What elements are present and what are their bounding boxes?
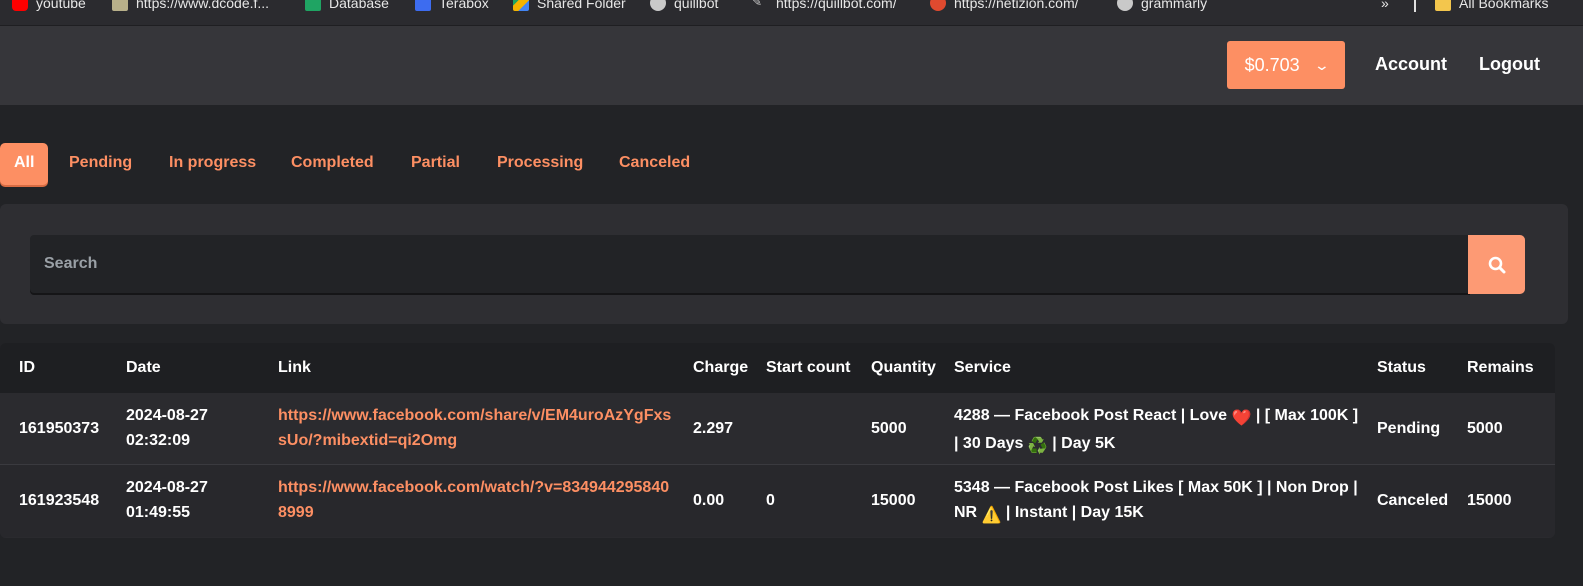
column-header-date: Date <box>126 359 161 376</box>
table-row: 161923548 2024-08-27 01:49:55 https://ww… <box>0 465 1555 537</box>
quillbot-icon <box>650 0 666 11</box>
folder-icon <box>1435 0 1451 11</box>
youtube-icon <box>12 0 28 11</box>
tab-canceled[interactable]: Canceled <box>619 143 690 185</box>
bookmark-shared-folder[interactable]: Shared Folder <box>513 0 626 14</box>
bookmark-database[interactable]: Database <box>305 0 389 14</box>
order-id: 161950373 <box>19 420 100 437</box>
bookmark-terabox[interactable]: Terabox <box>415 0 489 14</box>
sheets-icon <box>305 0 321 11</box>
order-status: Pending <box>1377 420 1441 437</box>
bookmarks-divider <box>1414 0 1416 12</box>
service-text: | Day 5K <box>1047 435 1116 452</box>
heart-icon: ❤️ <box>1231 410 1252 427</box>
bookmark-label: Terabox <box>439 0 489 11</box>
grammarly-icon <box>1117 0 1133 11</box>
column-header-id: ID <box>19 359 35 376</box>
order-status: Canceled <box>1377 492 1449 509</box>
order-id: 161923548 <box>19 492 100 509</box>
column-header-quantity: Quantity <box>871 359 936 376</box>
link-icon: ✎ <box>752 0 763 9</box>
order-date: 2024-08-27 01:49:55 <box>126 475 208 525</box>
bookmark-label: https://netizion.com/ <box>954 0 1079 11</box>
bookmarks-overflow-button[interactable]: » <box>1381 0 1389 14</box>
bookmark-label: https://quillbot.com/ <box>776 0 897 11</box>
recycle-icon: ♻️ <box>1027 438 1048 455</box>
bookmark-grammarly[interactable]: grammarly <box>1117 0 1207 14</box>
warning-icon: ⚠️ <box>981 507 1002 524</box>
account-link[interactable]: Account <box>1375 54 1447 75</box>
bookmark-label: https://www.dcode.f... <box>136 0 270 11</box>
balance-amount: $0.703 <box>1244 54 1300 75</box>
bookmark-label: quillbot <box>674 0 719 11</box>
bookmark-label: All Bookmarks <box>1459 0 1549 11</box>
bookmark-quillbot-url[interactable]: ✎ https://quillbot.com/ <box>752 0 897 14</box>
bookmark-quillbot[interactable]: quillbot <box>650 0 718 14</box>
order-date-time: 01:49:55 <box>126 504 191 521</box>
order-date: 2024-08-27 02:32:09 <box>126 403 208 453</box>
search-panel <box>0 204 1568 324</box>
order-remains: 5000 <box>1467 420 1503 437</box>
tab-processing[interactable]: Processing <box>497 143 583 185</box>
order-date-day: 2024-08-27 <box>126 407 208 424</box>
orders-table: ID Date Link Charge Start count Quantity… <box>0 343 1555 538</box>
bookmark-label: grammarly <box>1141 0 1208 11</box>
bookmark-all-bookmarks[interactable]: All Bookmarks <box>1435 0 1548 14</box>
column-header-service: Service <box>954 359 1011 376</box>
bookmark-label: youtube <box>36 0 86 11</box>
column-header-remains: Remains <box>1467 359 1534 376</box>
chevron-down-icon: ⌄ <box>1313 56 1330 73</box>
order-remains: 15000 <box>1467 492 1512 509</box>
tab-pending[interactable]: Pending <box>69 143 132 185</box>
column-header-status: Status <box>1377 359 1426 376</box>
column-header-start-count: Start count <box>766 359 851 376</box>
top-navbar: $0.703 ⌄ Account Logout <box>0 26 1583 105</box>
balance-dropdown-button[interactable]: $0.703 ⌄ <box>1227 41 1345 89</box>
order-date-day: 2024-08-27 <box>126 479 208 496</box>
table-row: 161950373 2024-08-27 02:32:09 https://ww… <box>0 393 1555 465</box>
search-icon <box>1488 256 1505 273</box>
bookmark-youtube[interactable]: youtube <box>12 0 86 14</box>
bookmarks-bar: youtube https://www.dcode.f... Database … <box>0 0 1583 26</box>
order-link[interactable]: https://www.facebook.com/share/v/EM4uroA… <box>278 403 678 453</box>
tab-in-progress[interactable]: In progress <box>169 143 256 185</box>
service-text: 4288 — Facebook Post React | Love <box>954 407 1232 424</box>
column-header-link: Link <box>278 359 311 376</box>
tab-all[interactable]: All <box>0 143 49 185</box>
order-charge: 0.00 <box>693 492 725 509</box>
search-button[interactable] <box>1468 235 1525 294</box>
service-text: | Instant | Day 15K <box>1001 504 1144 521</box>
dcode-icon <box>112 0 128 11</box>
order-link[interactable]: https://www.facebook.com/watch/?v=834944… <box>278 475 678 525</box>
logout-link[interactable]: Logout <box>1479 54 1540 75</box>
order-service: 4288 — Facebook Post React | Love ❤️ | [… <box>954 403 1364 459</box>
drive-icon <box>513 0 529 11</box>
order-start-count: 0 <box>766 492 775 509</box>
bookmark-netizion[interactable]: https://netizion.com/ <box>930 0 1079 14</box>
order-charge: 2.297 <box>693 420 734 437</box>
search-input[interactable] <box>30 235 1470 293</box>
order-service: 5348 — Facebook Post Likes [ Max 50K ] |… <box>954 475 1364 528</box>
bookmark-label: Database <box>329 0 389 11</box>
terabox-icon <box>415 0 431 11</box>
column-header-charge: Charge <box>693 359 749 376</box>
tab-completed[interactable]: Completed <box>291 143 374 185</box>
tab-partial[interactable]: Partial <box>411 143 460 185</box>
bookmark-dcode[interactable]: https://www.dcode.f... <box>112 0 269 14</box>
netizion-icon <box>930 0 946 11</box>
order-date-time: 02:32:09 <box>126 432 191 449</box>
bookmark-label: Shared Folder <box>537 0 626 11</box>
order-quantity: 15000 <box>871 492 916 509</box>
table-header: ID Date Link Charge Start count Quantity… <box>0 343 1555 393</box>
chevron-double-right-icon: » <box>1381 0 1389 11</box>
order-quantity: 5000 <box>871 420 907 437</box>
